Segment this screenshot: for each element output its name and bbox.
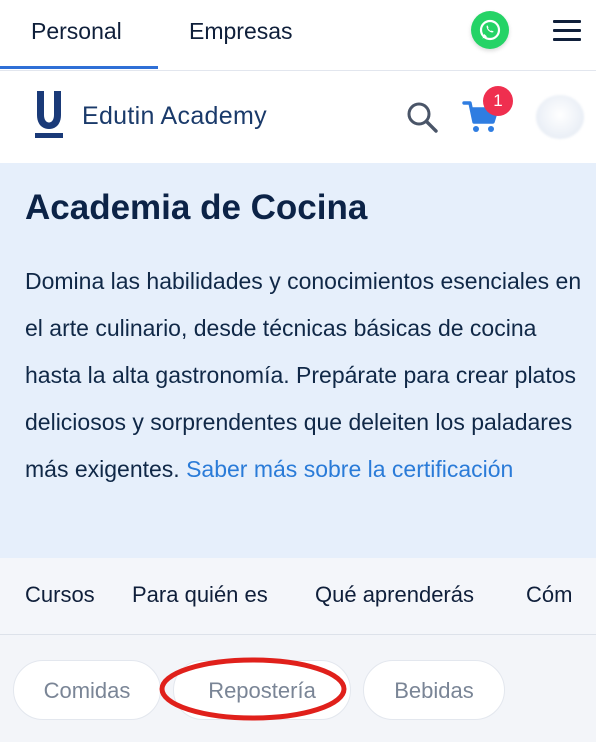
- avatar[interactable]: [536, 95, 584, 139]
- hero-description: Domina las habilidades y conocimientos e…: [25, 258, 585, 493]
- page-title: Academia de Cocina: [25, 188, 368, 227]
- section-nav-como[interactable]: Cóm: [526, 582, 572, 608]
- edutin-logo[interactable]: [33, 89, 65, 139]
- whatsapp-icon[interactable]: [471, 11, 509, 49]
- top-tab-bar: Personal Empresas: [0, 0, 596, 71]
- section-nav: Cursos Para quién es Qué aprenderás Cóm: [0, 558, 596, 635]
- tab-personal[interactable]: Personal: [31, 16, 122, 46]
- hero-section: Academia de Cocina Domina las habilidade…: [0, 163, 596, 558]
- tab-empresas[interactable]: Empresas: [189, 16, 293, 46]
- section-nav-para-quien-es[interactable]: Para quién es: [132, 582, 268, 608]
- certification-link[interactable]: Saber más sobre la certificación: [186, 456, 513, 482]
- section-nav-cursos[interactable]: Cursos: [25, 582, 95, 608]
- cart-count-badge: 1: [483, 86, 513, 116]
- search-icon[interactable]: [404, 99, 440, 135]
- hamburger-menu-icon[interactable]: [553, 20, 581, 42]
- chip-reposteria[interactable]: Repostería: [173, 660, 351, 720]
- brand-name[interactable]: Edutin Academy: [82, 102, 267, 131]
- category-chips: Comidas Repostería Bebidas: [0, 635, 596, 742]
- hero-description-text: Domina las habilidades y conocimientos e…: [25, 268, 582, 482]
- section-nav-que-aprenderas[interactable]: Qué aprenderás: [315, 582, 474, 608]
- active-tab-indicator: [0, 66, 158, 69]
- chip-comidas[interactable]: Comidas: [13, 660, 161, 720]
- chip-bebidas[interactable]: Bebidas: [363, 660, 505, 720]
- brand-header: Edutin Academy 1: [0, 71, 596, 163]
